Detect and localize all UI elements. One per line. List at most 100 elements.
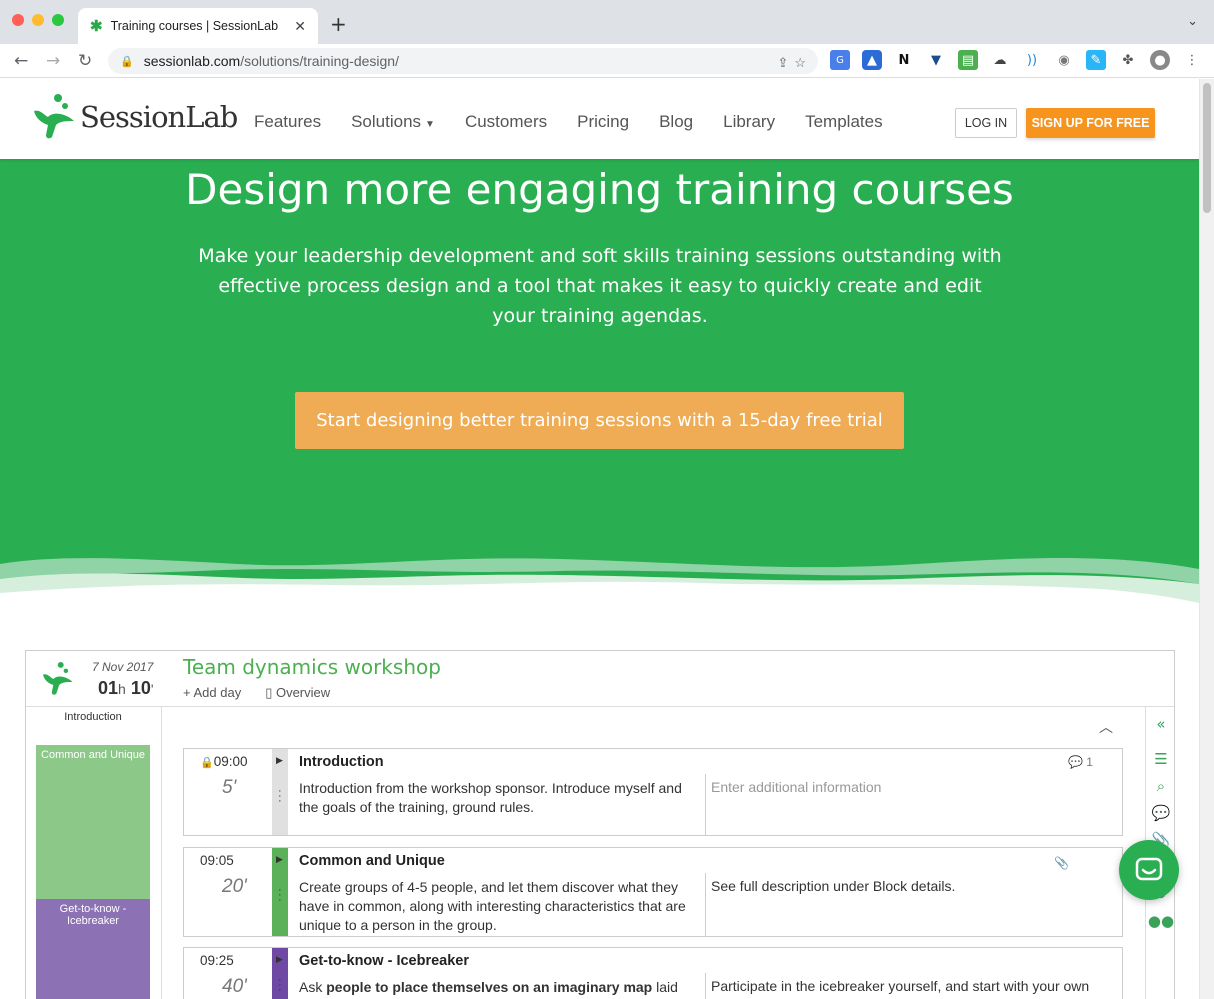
block-start-time: 09:25 bbox=[200, 953, 234, 968]
forward-arrow-icon[interactable]: → bbox=[46, 51, 60, 71]
block-title[interactable]: Common and Unique bbox=[299, 853, 445, 869]
back-arrow-icon[interactable]: ← bbox=[14, 51, 28, 71]
agenda-block[interactable]: 09:05 20' ▶ · · · Common and Unique Create … bbox=[183, 847, 1123, 937]
block-description[interactable]: Ask people to place themselves on an ima… bbox=[299, 978, 699, 997]
team-icon[interactable]: ●● bbox=[1148, 912, 1174, 930]
duration-minutes-unit: ' bbox=[150, 681, 154, 697]
caret-down-icon: ▼ bbox=[425, 119, 435, 130]
block-title[interactable]: Introduction bbox=[299, 754, 384, 770]
timeline-segment-common-unique[interactable]: Common and Unique bbox=[36, 745, 150, 899]
block-color-bar[interactable]: ▶ · · · bbox=[272, 848, 288, 936]
additional-info-field[interactable]: Enter additional information bbox=[711, 779, 881, 795]
agenda-builder-preview: 7 Nov 2017 01h 10' Team dynamics worksho… bbox=[25, 650, 1175, 999]
block-list-icon[interactable]: ☰ bbox=[1154, 750, 1167, 768]
block-duration: 20' bbox=[222, 876, 247, 897]
timeline-sidebar: Introduction Common and Unique Get-to-kn… bbox=[36, 707, 152, 999]
additional-info-field[interactable]: Participate in the icebreaker yourself, … bbox=[711, 978, 1089, 994]
nav-pricing[interactable]: Pricing bbox=[577, 112, 629, 132]
bookmark-star-icon[interactable]: ☆ bbox=[794, 55, 806, 71]
duration-hours-unit: h bbox=[118, 681, 126, 697]
minimize-window-button[interactable] bbox=[32, 14, 44, 26]
block-duration: 5' bbox=[222, 777, 237, 798]
search-icon[interactable]: ⌕ bbox=[1157, 777, 1165, 795]
camera-extension-icon[interactable]: ◉ bbox=[1054, 50, 1074, 70]
block-divider bbox=[705, 774, 706, 835]
block-title[interactable]: Get-to-know - Icebreaker bbox=[299, 953, 469, 969]
expand-triangle-icon[interactable]: ▶ bbox=[276, 755, 283, 766]
agenda-title[interactable]: Team dynamics workshop bbox=[183, 655, 441, 679]
reload-icon[interactable]: ↻ bbox=[78, 51, 92, 71]
attachment-paperclip-icon[interactable]: 📎 bbox=[1054, 856, 1069, 870]
agenda-header: 7 Nov 2017 01h 10' Team dynamics worksho… bbox=[26, 651, 1174, 707]
block-description[interactable]: Create groups of 4-5 people, and let the… bbox=[299, 878, 699, 935]
collapse-chevron-up-icon[interactable]: ︿ bbox=[1099, 717, 1113, 737]
expand-triangle-icon[interactable]: ▶ bbox=[276, 954, 283, 965]
collapse-double-chevron-icon[interactable]: « bbox=[1156, 715, 1165, 733]
browser-toolbar: ← → ↻ 🔒 sessionlab.com/solutions/trainin… bbox=[0, 44, 1214, 78]
free-trial-cta-button[interactable]: Start designing better training sessions… bbox=[295, 392, 904, 449]
profile-avatar[interactable]: ● bbox=[1150, 50, 1170, 70]
new-tab-button[interactable]: + bbox=[330, 12, 347, 36]
maximize-window-button[interactable] bbox=[52, 14, 64, 26]
overview-button[interactable]: ▯ Overview bbox=[265, 685, 330, 701]
nav-library[interactable]: Library bbox=[723, 112, 775, 132]
signup-button[interactable]: SIGN UP FOR FREE bbox=[1026, 108, 1155, 138]
close-window-button[interactable] bbox=[12, 14, 24, 26]
nav-templates[interactable]: Templates bbox=[805, 112, 882, 132]
expand-triangle-icon[interactable]: ▶ bbox=[276, 854, 283, 865]
extension-icon[interactable]: ▲ bbox=[862, 50, 882, 70]
nav-features[interactable]: Features bbox=[254, 112, 321, 132]
browser-menu-icon[interactable]: ⋮ bbox=[1182, 50, 1202, 70]
block-time-value: 09:00 bbox=[213, 754, 248, 769]
sessionlab-logo[interactable]: SessionLab bbox=[30, 93, 238, 141]
block-divider bbox=[705, 973, 706, 999]
web-page: SessionLab Features Solutions ▼ Customers… bbox=[0, 79, 1199, 999]
pen-extension-icon[interactable]: ✎ bbox=[1086, 50, 1106, 70]
cloud-extension-icon[interactable]: ☁ bbox=[990, 50, 1010, 70]
desc-prefix: Ask bbox=[299, 979, 327, 995]
agenda-duration: 01h 10' bbox=[98, 678, 154, 699]
puzzle-extensions-icon[interactable]: ✤ bbox=[1118, 50, 1138, 70]
sessionlab-small-logo-icon bbox=[42, 662, 73, 695]
comments-icon[interactable]: 💬 bbox=[1152, 804, 1171, 822]
vee-extension-icon[interactable]: ▼ bbox=[926, 50, 946, 70]
agenda-block[interactable]: 🔒09:00 5' ▶ · · · Introduction Introduction… bbox=[183, 748, 1123, 836]
nav-customers[interactable]: Customers bbox=[465, 112, 547, 132]
drag-handle-icon[interactable]: · · · bbox=[278, 786, 282, 807]
lock-icon: 🔒 bbox=[120, 55, 134, 68]
browser-tab[interactable]: ✱ Training courses | SessionLab ✕ bbox=[78, 8, 318, 44]
desc-suffix: laid bbox=[652, 979, 678, 995]
add-day-button[interactable]: + Add day bbox=[183, 685, 241, 701]
desc-bold: people to place themselves on an imagina… bbox=[326, 979, 653, 995]
login-button[interactable]: LOG IN bbox=[955, 108, 1017, 138]
translate-extension-icon[interactable]: G bbox=[830, 50, 850, 70]
overview-label: Overview bbox=[275, 685, 331, 700]
print-extension-icon[interactable]: ▤ bbox=[958, 50, 978, 70]
timeline-segment-icebreaker[interactable]: Get-to-know - Icebreaker bbox=[36, 899, 150, 999]
hero-subtitle: Make your leadership development and sof… bbox=[198, 245, 1002, 327]
share-icon[interactable]: ⇪ bbox=[777, 55, 788, 71]
page-scrollbar[interactable] bbox=[1199, 79, 1214, 999]
audio-extension-icon[interactable]: )) bbox=[1022, 50, 1042, 70]
address-bar[interactable]: 🔒 sessionlab.com/solutions/training-desi… bbox=[108, 48, 818, 74]
comment-count-badge[interactable]: 💬 1 bbox=[1068, 755, 1093, 769]
nav-blog[interactable]: Blog bbox=[659, 112, 693, 132]
drag-handle-icon[interactable]: · · · bbox=[278, 885, 282, 906]
nav-solutions[interactable]: Solutions ▼ bbox=[351, 112, 435, 132]
additional-info-field[interactable]: See full description under Block details… bbox=[711, 878, 955, 894]
url-path: /solutions/training-design/ bbox=[240, 53, 399, 69]
block-start-time: 09:05 bbox=[200, 853, 234, 868]
tab-title: Training courses | SessionLab bbox=[110, 19, 279, 33]
tab-close-icon[interactable]: ✕ bbox=[294, 18, 306, 35]
timeline-segment-introduction[interactable]: Introduction bbox=[36, 707, 150, 745]
notion-extension-icon[interactable]: N bbox=[894, 50, 914, 70]
tab-search-chevron-icon[interactable]: ⌄ bbox=[1187, 14, 1198, 29]
block-color-bar[interactable]: ▶ · · · bbox=[272, 948, 288, 999]
agenda-block[interactable]: 09:25 40' ▶ · · · Get-to-know - Icebreaker … bbox=[183, 947, 1123, 999]
chat-launcher-button[interactable] bbox=[1119, 840, 1179, 900]
block-description[interactable]: Introduction from the workshop sponsor. … bbox=[299, 779, 699, 817]
scrollbar-thumb[interactable] bbox=[1203, 83, 1211, 213]
comment-count: 1 bbox=[1086, 755, 1093, 769]
block-color-bar[interactable]: ▶ · · · bbox=[272, 749, 288, 835]
drag-handle-icon[interactable]: · · · bbox=[278, 975, 282, 996]
